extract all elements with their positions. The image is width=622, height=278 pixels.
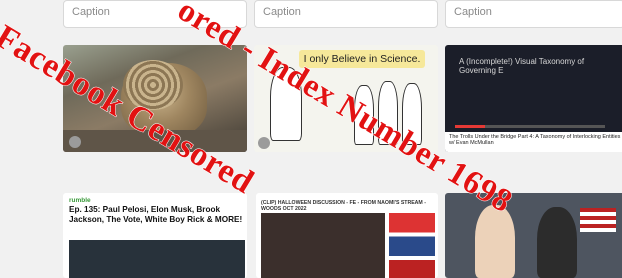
caption-text: Caption — [454, 6, 492, 18]
corner-marker-icon — [69, 136, 81, 148]
caption-text: Caption — [263, 6, 301, 18]
video-progress-bar[interactable] — [455, 125, 605, 128]
presenter-right — [537, 207, 577, 278]
flag-graphic — [580, 208, 616, 232]
caption-card-3: Caption — [445, 0, 622, 28]
youtube-video-title: (CLIP) HALLOWEEN DISCUSSION - FE - FROM … — [261, 200, 426, 212]
rumble-video-thumbnail[interactable]: rumble Ep. 135: Paul Pelosi, Elon Musk, … — [63, 193, 247, 278]
youtube-video-thumbnail[interactable]: (CLIP) HALLOWEEN DISCUSSION - FE - FROM … — [256, 193, 438, 278]
rumble-video-frame — [69, 240, 245, 278]
rumble-video-title: Ep. 135: Paul Pelosi, Elon Musk, Brook J… — [69, 205, 243, 224]
taxonomy-footer: The Trolls Under the Bridge Part 4: A Ta… — [445, 132, 622, 152]
corner-marker-icon — [258, 137, 270, 149]
taxonomy-video-thumbnail[interactable]: A (Incomplete!) Visual Taxonomy of Gover… — [445, 45, 622, 152]
youtube-video-frame — [261, 213, 385, 278]
speech-bubble: I only Believe in Science. — [299, 50, 425, 68]
taxonomy-title: A (Incomplete!) Visual Taxonomy of Gover… — [459, 57, 585, 75]
caption-text: Caption — [72, 6, 110, 18]
caption-card-2: Caption — [254, 0, 438, 28]
studio-interview-thumbnail[interactable] — [445, 193, 622, 278]
youtube-sidebar-thumbnails — [389, 213, 435, 278]
rumble-logo: rumble — [69, 197, 91, 204]
